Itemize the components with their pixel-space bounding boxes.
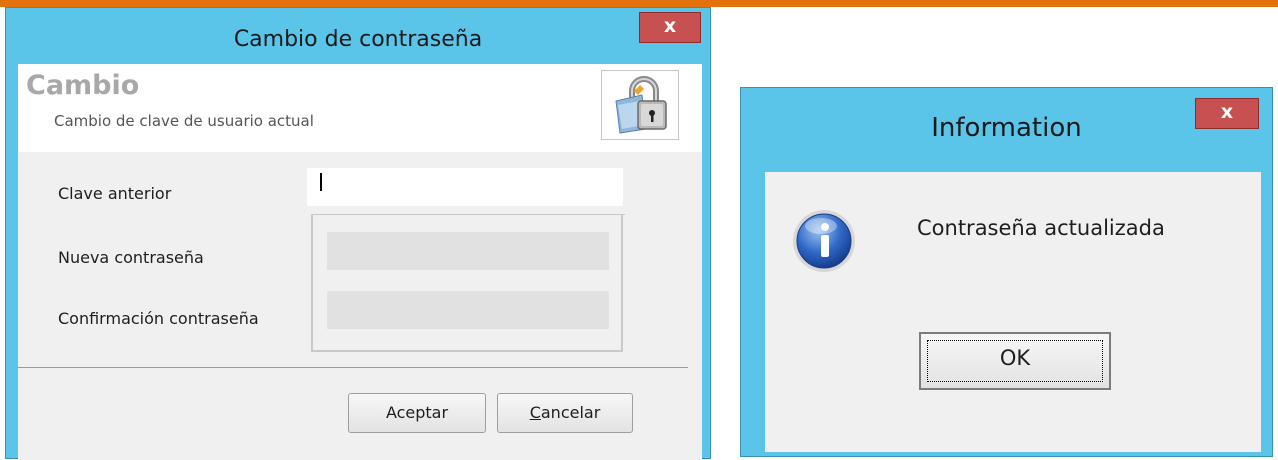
close-button[interactable]: x	[1195, 98, 1259, 129]
information-dialog: Information x Contraseña actualizada OK	[740, 87, 1273, 457]
change-password-dialog: Cambio de contraseña x Cambio Cambio de …	[5, 7, 711, 460]
ok-button[interactable]: OK	[919, 332, 1111, 390]
cancel-label: ancelar	[540, 403, 601, 422]
text-caret	[320, 173, 322, 191]
accept-button[interactable]: Aceptar	[348, 393, 486, 433]
close-button[interactable]: x	[639, 12, 701, 43]
old-password-label: Clave anterior	[58, 184, 172, 203]
header-subtitle: Cambio de clave de usuario actual	[54, 112, 314, 130]
dialog-body: Contraseña actualizada OK	[765, 172, 1261, 452]
cancel-mnemonic: C	[529, 403, 541, 422]
lock-key-icon	[601, 70, 679, 140]
dialog-title: Information	[931, 113, 1082, 143]
confirm-password-input[interactable]	[327, 291, 609, 329]
new-password-label: Nueva contraseña	[58, 248, 204, 267]
new-password-input[interactable]	[327, 232, 609, 270]
separator-line	[18, 367, 688, 368]
old-password-input[interactable]	[307, 168, 623, 206]
ok-label: OK	[999, 346, 1031, 370]
cancel-button[interactable]: Cancelar	[497, 393, 633, 433]
confirm-password-label: Confirmación contraseña	[58, 309, 259, 328]
top-accent-bar	[0, 0, 1278, 7]
header-title: Cambio	[26, 70, 140, 101]
info-icon	[791, 208, 857, 274]
message-text: Contraseña actualizada	[917, 216, 1165, 240]
dialog-title: Cambio de contraseña	[233, 27, 483, 52]
dialog-body: Cambio Cambio de clave de usuario actual	[18, 64, 702, 460]
dialog-header: Cambio Cambio de clave de usuario actual	[18, 64, 702, 152]
